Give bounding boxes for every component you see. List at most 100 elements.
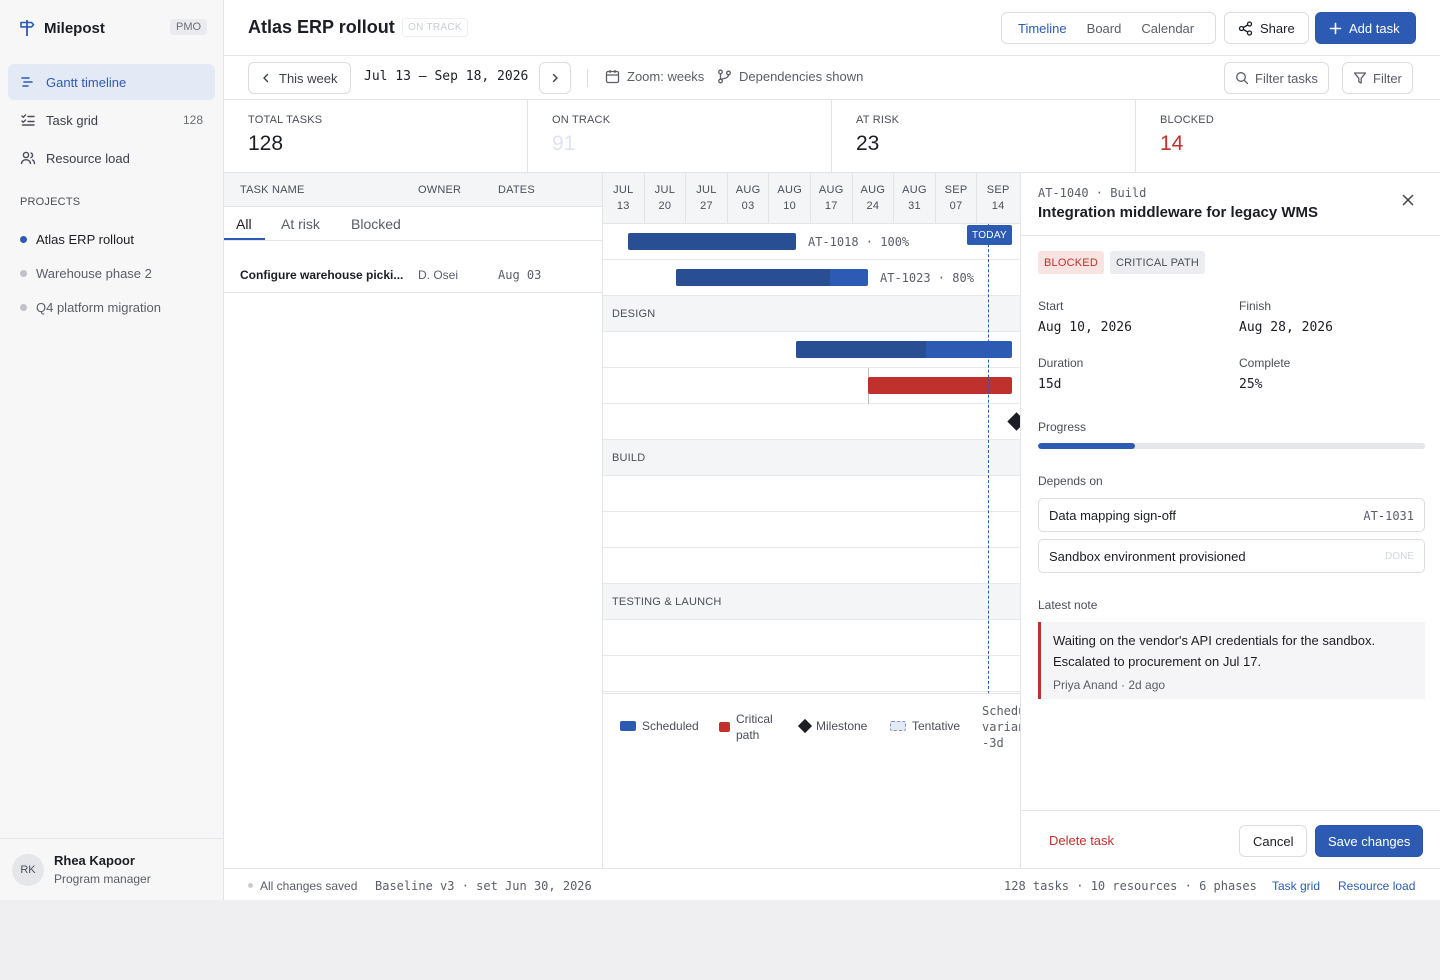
toolbar-divider: [587, 69, 588, 87]
legend-variance: Schedule variance -3d: [982, 703, 1020, 753]
column-task-name[interactable]: TASK NAME: [240, 184, 305, 196]
zoom-control[interactable]: Zoom: weeks: [605, 69, 704, 84]
project-q4-platform-migration[interactable]: Q4 platform migration: [20, 290, 210, 324]
swatch: [890, 721, 906, 731]
next-week-button[interactable]: [539, 62, 571, 94]
task-list: TASK NAME OWNER DATES All At risk Blocke…: [224, 173, 603, 868]
gantt-bar[interactable]: [628, 233, 796, 250]
task-grid-link[interactable]: Task grid: [1272, 879, 1320, 893]
bar-progress: [796, 341, 926, 358]
previous-week-button[interactable]: This week: [248, 62, 351, 94]
brand[interactable]: Milepost: [18, 18, 105, 38]
gantt-section-build: BUILD: [603, 440, 1020, 476]
resource-load-link[interactable]: Resource load: [1338, 879, 1415, 893]
gantt-bar[interactable]: [796, 341, 1012, 358]
column-dates[interactable]: DATES: [498, 184, 535, 196]
gantt-row: AT-1023 · 80%: [603, 260, 1020, 296]
gantt-row: [603, 476, 1020, 512]
stat-value: 128: [248, 132, 284, 155]
legend-tentative: Tentative: [890, 719, 960, 733]
gantt-section-testing: TESTING & LAUNCH: [603, 584, 1020, 620]
complete-value[interactable]: 25%: [1239, 377, 1262, 392]
legend-label: Milestone: [816, 719, 868, 733]
bar-label: AT-1018 · 100%: [808, 235, 910, 249]
gantt-icon: [20, 74, 36, 90]
task-list-header: TASK NAME OWNER DATES: [224, 173, 602, 207]
save-status: All changes saved: [260, 879, 358, 893]
stat-value: 91: [552, 132, 576, 155]
gantt-bar[interactable]: [676, 269, 868, 286]
tab-all[interactable]: All: [236, 216, 252, 232]
progress-bar[interactable]: [1038, 443, 1425, 449]
project-warehouse-phase-2[interactable]: Warehouse phase 2: [20, 256, 210, 290]
sidebar-item-task-grid[interactable]: Task grid 128: [8, 102, 215, 138]
project-label: Atlas ERP rollout: [36, 231, 135, 247]
cancel-button[interactable]: Cancel: [1239, 825, 1308, 857]
week-column: AUG 17: [811, 173, 853, 224]
share-icon: [1238, 20, 1253, 36]
note-text: Waiting on the vendor's API credentials …: [1053, 633, 1376, 669]
stat-on-track: ON TRACK 91: [528, 100, 832, 172]
bar-progress: [676, 269, 830, 286]
project-atlas-erp[interactable]: Atlas ERP rollout: [20, 222, 210, 256]
plan-badge: PMO: [170, 19, 208, 35]
filter-button[interactable]: Filter: [1342, 62, 1413, 94]
week-column: JUL 13: [603, 173, 645, 224]
critical-path-bar[interactable]: [868, 377, 1012, 394]
legend-milestone: Milestone: [797, 718, 868, 734]
week-column: AUG 24: [853, 173, 895, 224]
gantt-row: [603, 332, 1020, 368]
tab-timeline[interactable]: Timeline: [1008, 21, 1077, 36]
sidebar-item-label: Gantt timeline: [46, 74, 127, 90]
task-title: Integration middleware for legacy WMS: [1038, 204, 1319, 221]
dependency-item[interactable]: Sandbox environment provisioned DONE: [1038, 539, 1425, 573]
sidebar-item-resource-load[interactable]: Resource load: [8, 140, 215, 176]
user-profile[interactable]: RK Rhea Kapoor Program manager: [0, 838, 223, 900]
filter-tasks-input[interactable]: Filter tasks: [1224, 62, 1329, 94]
milestone-diamond[interactable]: [1007, 412, 1020, 431]
duration-value[interactable]: 15d: [1038, 377, 1061, 392]
gantt-row: [603, 548, 1020, 584]
zoom-label: Zoom: weeks: [627, 69, 705, 84]
sidebar-item-gantt-timeline[interactable]: Gantt timeline: [8, 64, 215, 100]
filter-tasks-placeholder: Filter tasks: [1255, 70, 1318, 86]
active-tab-indicator: [224, 238, 265, 240]
dependencies-label: Dependencies shown: [739, 69, 864, 84]
table-row[interactable]: Configure warehouse picki... D. Osei Aug…: [224, 258, 603, 293]
gantt-row: [603, 368, 1020, 404]
start-label: Start: [1038, 299, 1064, 313]
share-label: Share: [1260, 20, 1295, 36]
today-line: [988, 224, 989, 694]
tab-board[interactable]: Board: [1077, 21, 1132, 36]
search-icon: [1235, 71, 1249, 85]
add-task-label: Add task: [1349, 20, 1400, 36]
week-column: AUG 03: [728, 173, 770, 224]
tag-blocked: BLOCKED: [1038, 251, 1104, 274]
week-column: SEP 07: [936, 173, 978, 224]
plus-icon: [1329, 22, 1342, 35]
app-window: Milepost PMO Gantt timeline Task grid 12…: [0, 0, 1440, 900]
legend-label: Schedule variance -3d: [982, 704, 1020, 750]
panel-header: AT-1040 · Build Integration middleware f…: [1021, 173, 1440, 236]
project-dot-icon: [20, 303, 27, 311]
finish-date[interactable]: Aug 28, 2026: [1239, 320, 1333, 335]
close-icon[interactable]: [1401, 193, 1415, 207]
gantt-row: [603, 404, 1020, 440]
latest-note: Waiting on the vendor's API credentials …: [1038, 622, 1425, 699]
add-task-button[interactable]: Add task: [1315, 12, 1416, 44]
save-changes-button[interactable]: Save changes: [1315, 825, 1424, 857]
dependency-item[interactable]: Data mapping sign-off AT-1031: [1038, 498, 1425, 532]
tab-calendar[interactable]: Calendar: [1131, 21, 1204, 36]
tab-blocked[interactable]: Blocked: [351, 216, 401, 232]
dependencies-toggle[interactable]: Dependencies shown: [717, 69, 863, 84]
tab-at-risk[interactable]: At risk: [281, 216, 320, 232]
share-button[interactable]: Share: [1224, 12, 1309, 44]
gantt-chart: JUL 13 JUL 20 JUL 27 AUG 03 AUG 10 AUG 17 AUG 2…: [603, 173, 1020, 868]
milestone-icon: [797, 718, 813, 734]
start-date[interactable]: Aug 10, 2026: [1038, 320, 1132, 335]
date-range: Jul 13 – Sep 18, 2026: [364, 69, 529, 84]
week-column: SEP 14: [986, 184, 1010, 212]
column-owner[interactable]: OWNER: [418, 184, 461, 196]
delete-task-button[interactable]: Delete task: [1049, 833, 1114, 848]
gantt-row: [603, 512, 1020, 548]
